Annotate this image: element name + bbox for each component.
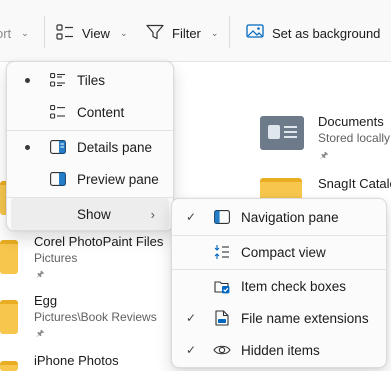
view-menu-item-tiles[interactable]: Tiles <box>11 64 169 96</box>
filter-button[interactable]: Filter ⌄ <box>146 22 218 44</box>
menu-label: Content <box>77 104 125 120</box>
radio-bullet <box>25 78 30 83</box>
menu-label: Preview pane <box>77 171 159 187</box>
view-icon <box>56 23 74 43</box>
view-menu-item-show[interactable]: Show › <box>11 198 169 230</box>
pin-icon: 🖈 <box>36 328 45 338</box>
file-name: Egg <box>34 293 58 308</box>
menu-label: Navigation pane <box>241 209 339 225</box>
pin-icon: 🖈 <box>36 269 45 279</box>
view-menu-item-content[interactable]: Content <box>11 96 169 128</box>
folder-icon <box>0 240 18 274</box>
file-location: Pictures\Book Reviews <box>34 310 157 324</box>
file-name: Documents <box>318 114 384 129</box>
menu-label: Compact view <box>241 244 326 260</box>
folder-icon <box>0 361 18 371</box>
chevron-down-icon: ⌄ <box>119 27 128 38</box>
menu-label: Show <box>77 206 111 222</box>
file-name: SnagIt Catalog <box>318 176 391 191</box>
sort-button[interactable]: ort ⌄ <box>0 22 29 44</box>
content-icon <box>49 103 67 121</box>
radio-bullet <box>25 145 30 150</box>
set-background-icon <box>246 23 264 43</box>
set-as-background-button[interactable]: Set as background <box>246 22 380 44</box>
show-menu-item-navigation-pane[interactable]: ✓ Navigation pane <box>176 201 382 233</box>
checkmark-icon: ✓ <box>185 311 197 325</box>
checkmark-icon: ✓ <box>185 210 197 224</box>
view-menu-item-details-pane[interactable]: Details pane <box>11 131 169 163</box>
filter-icon <box>146 24 164 43</box>
view-menu: Tiles Content Details pane Preview pane … <box>6 61 174 231</box>
file-item-documents[interactable]: Documents Stored locally 🖈 <box>258 114 391 164</box>
menu-label: Details pane <box>77 139 153 155</box>
hidden-items-icon <box>213 341 231 359</box>
sort-label: ort <box>0 25 12 41</box>
chevron-down-icon: ⌄ <box>21 27 29 38</box>
file-item-egg[interactable]: Egg Pictures\Book Reviews 🖈 <box>0 292 180 342</box>
menu-label: Item check boxes <box>241 278 347 294</box>
file-item-iphone-photos[interactable]: iPhone Photos <box>0 352 180 371</box>
file-extensions-icon <box>213 309 231 327</box>
show-menu-item-compact-view[interactable]: Compact view <box>176 236 382 268</box>
view-button[interactable]: View ⌄ <box>56 22 128 44</box>
set-background-label: Set as background <box>272 25 381 41</box>
file-name: iPhone Photos <box>34 353 119 368</box>
view-menu-item-preview-pane[interactable]: Preview pane <box>11 163 169 195</box>
filter-label: Filter <box>172 25 201 41</box>
file-item-corel-photopaint-files[interactable]: Corel PhotoPaint Files Pictures 🖈 <box>0 232 180 282</box>
checkmark-icon: ✓ <box>185 343 197 357</box>
toolbar-divider <box>44 16 45 48</box>
tiles-icon <box>49 71 67 89</box>
chevron-down-icon: ⌄ <box>210 27 219 38</box>
folder-icon <box>0 300 18 334</box>
show-menu-item-hidden-items[interactable]: ✓ Hidden items <box>176 334 382 366</box>
show-submenu: ✓ Navigation pane Compact view Item chec… <box>171 198 387 368</box>
menu-label: Tiles <box>77 72 106 88</box>
menu-label: Hidden items <box>241 342 320 358</box>
file-location: Pictures <box>34 251 78 265</box>
toolbar-divider <box>229 16 230 48</box>
documents-folder-icon <box>260 116 304 150</box>
command-bar: ort ⌄ View ⌄ Filter ⌄ <box>0 0 391 62</box>
pin-icon: 🖈 <box>320 150 329 160</box>
chevron-right-icon: › <box>150 206 155 222</box>
view-label: View <box>82 25 110 41</box>
navigation-pane-icon <box>213 208 231 226</box>
show-menu-item-file-name-extensions[interactable]: ✓ File name extensions <box>176 302 382 334</box>
file-name: Corel PhotoPaint Files <box>34 234 164 249</box>
file-location: Stored locally <box>318 131 391 145</box>
item-check-boxes-icon <box>213 277 231 295</box>
preview-pane-icon <box>49 170 67 188</box>
compact-view-icon <box>213 243 231 261</box>
details-pane-icon <box>49 138 67 156</box>
show-menu-item-item-check-boxes[interactable]: Item check boxes <box>176 270 382 302</box>
menu-label: File name extensions <box>241 310 369 326</box>
